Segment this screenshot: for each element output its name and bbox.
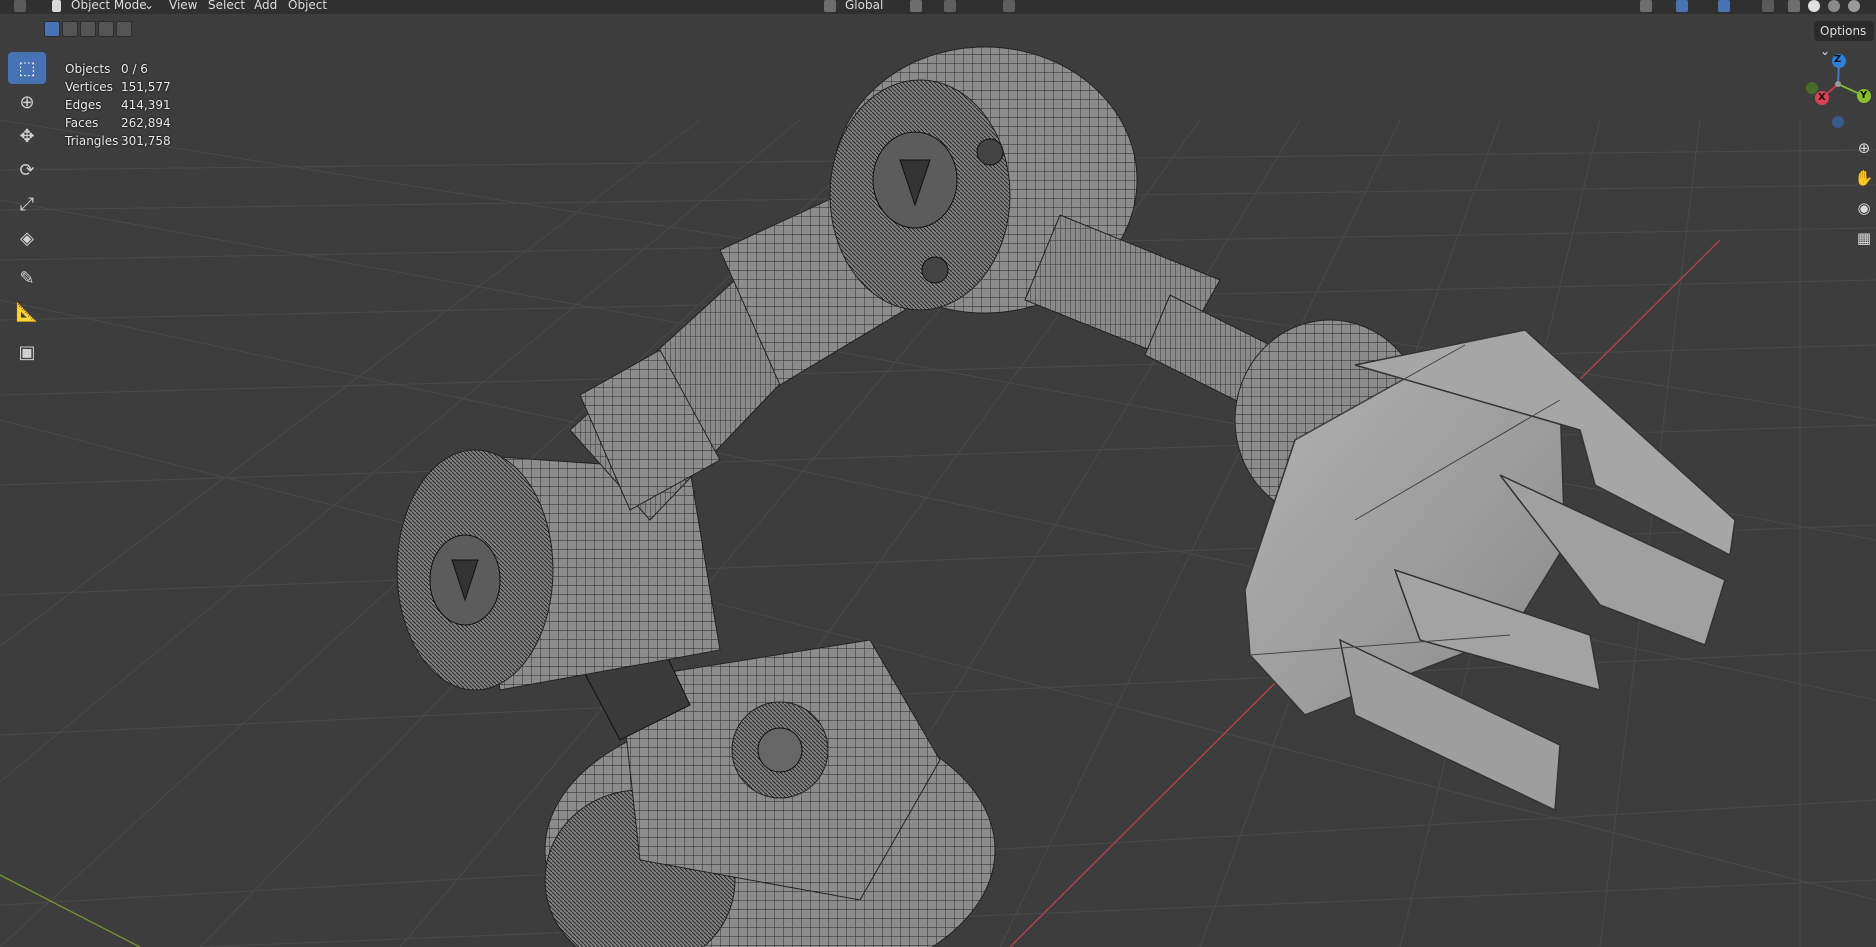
y-axis-line <box>0 874 141 947</box>
select-extend-icon[interactable] <box>62 21 78 37</box>
snap-icon[interactable] <box>944 0 956 12</box>
rotate-tool-icon[interactable]: ⟳ <box>8 154 46 186</box>
gizmo-toggle-icon[interactable] <box>1676 0 1688 12</box>
measure-tool-icon[interactable]: 📐 <box>8 296 46 328</box>
chevron-down-icon: ⌄ <box>144 0 155 12</box>
overlays-icon[interactable] <box>1718 0 1730 12</box>
pan-hand-icon[interactable]: ✋ <box>1852 166 1876 190</box>
add-cube-tool-icon[interactable]: ▣ <box>8 336 46 368</box>
mode-icon <box>52 0 61 12</box>
move-tool-icon[interactable]: ✥ <box>8 120 46 152</box>
menu-add[interactable]: Add <box>254 0 277 11</box>
shading-material-icon[interactable] <box>1828 0 1840 12</box>
menu-object[interactable]: Object <box>288 0 327 11</box>
stat-row-faces: Faces 262,894 <box>65 116 171 130</box>
stat-row-edges: Edges 414,391 <box>65 98 171 112</box>
select-subtract-icon[interactable] <box>80 21 96 37</box>
gizmo-y-label[interactable]: Y <box>1860 90 1867 101</box>
scale-tool-icon[interactable]: ⤢ <box>8 188 46 220</box>
gizmo-z-label[interactable]: Z <box>1834 54 1841 65</box>
stat-row-vertices: Vertices 151,577 <box>65 80 171 94</box>
transform-tool-icon[interactable]: ◈ <box>8 222 46 254</box>
stat-row-triangles: Triangles 301,758 <box>65 134 171 148</box>
object-mode-dropdown[interactable]: Object Mode <box>71 0 147 11</box>
pivot-icon[interactable] <box>910 0 922 12</box>
annotate-tool-icon[interactable]: ✎ <box>8 262 46 294</box>
options-dropdown[interactable]: Options ⌄ <box>1814 21 1874 58</box>
shading-wireframe-icon[interactable] <box>1788 0 1800 12</box>
menu-view[interactable]: View <box>169 0 197 11</box>
select-box-tool-icon[interactable]: ⬚ <box>8 52 46 84</box>
scene-statistics: Objects 0 / 6 Vertices 151,577 Edges 414,39… <box>65 62 171 152</box>
shading-rendered-icon[interactable] <box>1848 0 1860 12</box>
shading-solid-icon[interactable] <box>1808 0 1820 12</box>
cursor-tool-icon[interactable]: ⊕ <box>8 86 46 118</box>
3d-viewport[interactable] <box>0 0 1876 947</box>
gizmo-x-label[interactable]: X <box>1818 92 1826 103</box>
select-new-icon[interactable] <box>44 21 60 37</box>
camera-view-icon[interactable]: ◉ <box>1852 196 1876 220</box>
proportional-edit-icon[interactable] <box>1003 0 1015 12</box>
viewport-header: Object Mode ⌄ View Select Add Object Glo… <box>0 0 1876 14</box>
robot-arm-mesh <box>396 46 1736 947</box>
viewport-scene <box>0 46 1876 947</box>
zoom-icon[interactable]: ⊕ <box>1852 136 1876 160</box>
perspective-toggle-icon[interactable]: ▦ <box>1852 226 1876 250</box>
select-intersect-icon[interactable] <box>116 21 132 37</box>
options-label: Options <box>1820 24 1867 38</box>
menu-select[interactable]: Select <box>208 0 245 11</box>
editor-type-icon[interactable] <box>14 0 26 12</box>
select-invert-icon[interactable] <box>98 21 114 37</box>
xray-icon[interactable] <box>1762 0 1774 12</box>
transform-orientation-dropdown[interactable]: Global <box>845 0 883 11</box>
selection-mode-buttons <box>44 21 132 37</box>
orientation-icon <box>824 0 836 12</box>
stat-row-objects: Objects 0 / 6 <box>65 62 148 76</box>
visibility-icon[interactable] <box>1640 0 1652 12</box>
